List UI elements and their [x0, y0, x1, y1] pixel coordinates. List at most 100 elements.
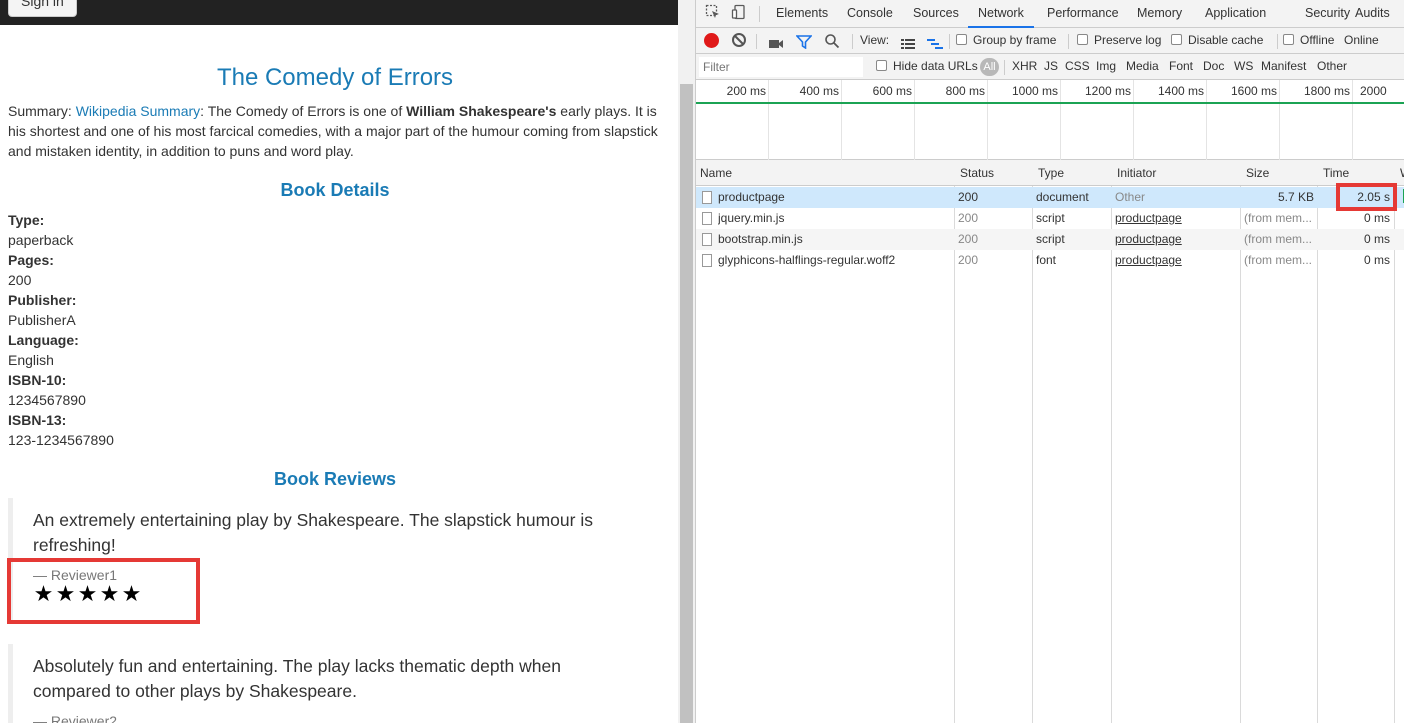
page-scrollbar-thumb[interactable]: [680, 84, 693, 723]
column-header-status[interactable]: Status: [956, 160, 994, 186]
review-text: An extremely entertaining play by Shakes…: [33, 510, 593, 555]
column-header-initiator[interactable]: Initiator: [1113, 160, 1156, 186]
tab-memory[interactable]: Memory: [1127, 0, 1192, 28]
request-time: 0 ms: [1363, 232, 1390, 246]
record-icon[interactable]: [704, 33, 719, 48]
detail-label-isbn13: ISBN-13:: [8, 412, 67, 428]
request-initiator-link[interactable]: productpage: [1115, 229, 1182, 250]
filter-type-css[interactable]: CSS: [1065, 54, 1090, 80]
filter-type-media[interactable]: Media: [1126, 54, 1159, 80]
filter-type-other[interactable]: Other: [1317, 54, 1347, 80]
tab-sources[interactable]: Sources: [903, 0, 969, 28]
book-details-list: Type: paperback Pages: 200 Publisher: Pu…: [8, 210, 114, 450]
table-row[interactable]: glyphicons-halflings-regular.woff2 200 f…: [696, 250, 1404, 271]
toolbar-separator: [1068, 34, 1069, 49]
tab-performance[interactable]: Performance: [1037, 0, 1129, 28]
request-size: (from mem...: [1244, 253, 1312, 267]
network-requests-table: Name Status Type Initiator Size Time W p…: [696, 160, 1404, 723]
top-navbar: Sign in: [0, 0, 678, 25]
column-header-name[interactable]: Name: [696, 160, 732, 186]
screenshot-icon[interactable]: [768, 34, 784, 48]
preserve-log-label: Preserve log: [1094, 33, 1162, 47]
toolbar-separator: [949, 34, 950, 49]
overview-tick: 1000 ms: [1011, 84, 1058, 98]
reviewer-name: — Reviewer2: [33, 713, 118, 723]
filter-icon[interactable]: [795, 33, 813, 50]
request-time: 0 ms: [1363, 211, 1390, 225]
request-time: 0 ms: [1363, 253, 1390, 267]
column-header-waterfall[interactable]: W: [1396, 160, 1404, 186]
request-initiator-link[interactable]: productpage: [1115, 208, 1182, 229]
preserve-log-checkbox[interactable]: Preserve log: [1077, 28, 1161, 54]
list-view-icon[interactable]: [901, 34, 915, 49]
book-reviews-heading: Book Reviews: [273, 469, 397, 489]
sign-in-button[interactable]: Sign in: [8, 0, 77, 17]
filter-type-img[interactable]: Img: [1096, 54, 1116, 80]
overview-tick: 1200 ms: [1084, 84, 1131, 98]
detail-label-publisher: Publisher:: [8, 292, 77, 308]
toolbar-separator: [1004, 60, 1005, 75]
overview-load-bar: [696, 102, 1404, 104]
overview-tick: 800 ms: [945, 84, 985, 98]
offline-label: Offline: [1300, 33, 1335, 47]
table-row[interactable]: productpage 200 document Other 5.7 KB 2.…: [696, 187, 1404, 208]
column-header-type[interactable]: Type: [1034, 160, 1064, 186]
inspect-element-icon[interactable]: [704, 4, 722, 22]
search-icon[interactable]: [824, 33, 840, 49]
throttling-select[interactable]: Online: [1344, 28, 1379, 54]
tab-application[interactable]: Application: [1195, 0, 1276, 28]
checkbox-icon: [1077, 34, 1088, 45]
waterfall-view-icon[interactable]: [927, 34, 943, 49]
request-name: glyphicons-halflings-regular.woff2: [718, 253, 896, 267]
detail-value-language: English: [8, 352, 54, 368]
book-summary: Summary: Wikipedia Summary: The Comedy o…: [8, 101, 663, 161]
detail-label-isbn10: ISBN-10:: [8, 372, 67, 388]
request-initiator-link[interactable]: productpage: [1115, 250, 1182, 271]
filter-input[interactable]: [699, 57, 863, 77]
filter-type-js[interactable]: JS: [1044, 54, 1058, 80]
clear-icon[interactable]: [732, 33, 746, 47]
file-icon: [702, 212, 712, 225]
request-type: font: [1036, 253, 1057, 267]
table-row[interactable]: jquery.min.js 200 script productpage (fr…: [696, 208, 1404, 229]
request-status: 200: [958, 211, 979, 225]
overview-tick: 2000: [1360, 84, 1387, 98]
wikipedia-summary-link[interactable]: Wikipedia Summary: [76, 103, 200, 119]
review-text: Absolutely fun and entertaining. The pla…: [33, 656, 561, 701]
network-toolbar: View: Group by frame Preserve log Disabl…: [696, 28, 1404, 54]
hide-data-urls-label: Hide data URLs: [893, 59, 978, 73]
highlight-box-review: [7, 558, 200, 624]
disable-cache-label: Disable cache: [1188, 33, 1264, 47]
detail-label-language: Language:: [8, 332, 79, 348]
overview-tick: 400 ms: [799, 84, 839, 98]
filter-type-font[interactable]: Font: [1169, 54, 1193, 80]
detail-value-isbn10: 1234567890: [8, 392, 86, 408]
table-row[interactable]: bootstrap.min.js 200 script productpage …: [696, 229, 1404, 250]
device-toolbar-icon[interactable]: [730, 4, 748, 22]
detail-value-pages: 200: [8, 272, 32, 288]
filter-type-manifest[interactable]: Manifest: [1261, 54, 1306, 80]
table-header: Name Status Type Initiator Size Time W: [696, 160, 1404, 186]
tab-network[interactable]: Network: [968, 0, 1034, 28]
devtools-panel: Elements Console Sources Network Perform…: [695, 0, 1404, 723]
offline-checkbox[interactable]: Offline: [1283, 28, 1334, 54]
column-header-size[interactable]: Size: [1242, 160, 1269, 186]
group-by-frame-label: Group by frame: [973, 33, 1057, 47]
disable-cache-checkbox[interactable]: Disable cache: [1171, 28, 1263, 54]
request-status: 200: [958, 190, 979, 204]
filter-type-xhr[interactable]: XHR: [1012, 54, 1037, 80]
book-details-heading: Book Details: [280, 180, 390, 200]
hide-data-urls-checkbox[interactable]: Hide data URLs: [876, 54, 978, 80]
checkbox-icon: [1283, 34, 1294, 45]
detail-value-publisher: PublisherA: [8, 312, 76, 328]
tab-console[interactable]: Console: [837, 0, 903, 28]
filter-type-ws[interactable]: WS: [1234, 54, 1253, 80]
network-overview-timeline[interactable]: 200 ms 400 ms 600 ms 800 ms 1000 ms 1200…: [696, 80, 1404, 160]
overview-tick: 200 ms: [726, 84, 766, 98]
filter-type-doc[interactable]: Doc: [1203, 54, 1224, 80]
tab-audits[interactable]: Audits: [1345, 0, 1400, 28]
tab-elements[interactable]: Elements: [766, 0, 838, 28]
filter-type-all[interactable]: All: [980, 58, 999, 76]
request-status: 200: [958, 232, 979, 246]
group-by-frame-checkbox[interactable]: Group by frame: [956, 28, 1056, 54]
